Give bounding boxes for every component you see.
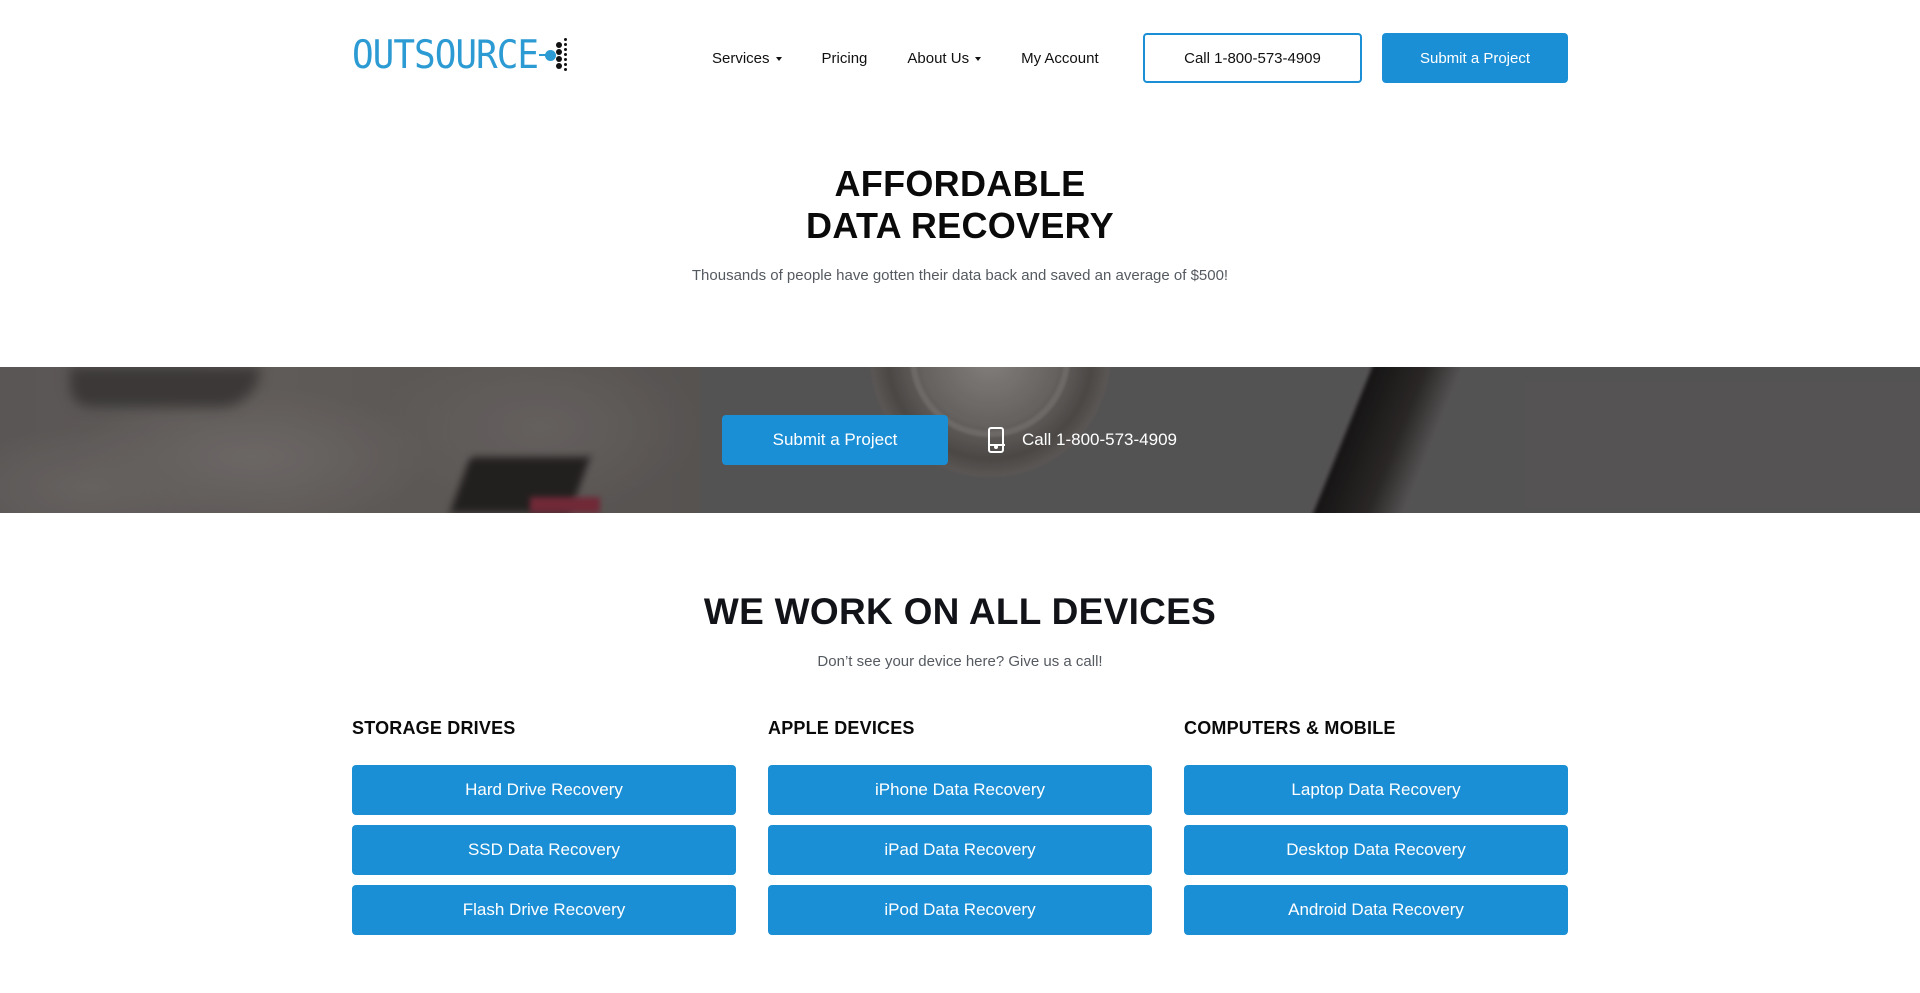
- devices-subtitle: Don’t see your device here? Give us a ca…: [817, 653, 1103, 670]
- banner-submit-project-button[interactable]: Submit a Project: [722, 415, 948, 465]
- cta-banner: [0, 367, 1920, 513]
- nav-about-us-label: About Us: [907, 49, 970, 67]
- nav-services-label: Services: [712, 49, 770, 67]
- hero-title: AFFORDABLE DATA RECOVERY: [0, 163, 1920, 247]
- iphone-data-recovery-button[interactable]: iPhone Data Recovery: [768, 765, 1152, 815]
- device-column-apple: APPLE DEVICES iPhone Data Recovery iPad …: [768, 716, 1152, 945]
- banner-overlay: [0, 367, 1920, 513]
- main-nav: Services Pricing About Us My Account: [712, 47, 1099, 69]
- column-title: APPLE DEVICES: [768, 718, 915, 738]
- logo-mark-icon: [539, 38, 573, 74]
- banner-call-text: Call 1-800-573-4909: [1022, 430, 1177, 449]
- logo[interactable]: OUTSOURCE: [352, 33, 573, 78]
- device-column-computers-mobile: COMPUTERS & MOBILE Laptop Data Recovery …: [1184, 716, 1568, 945]
- logo-text: OUTSOURCE: [352, 33, 539, 78]
- flash-drive-recovery-button[interactable]: Flash Drive Recovery: [352, 885, 736, 935]
- site-header: OUTSOURCE Services Pricing About Us My A…: [0, 0, 1920, 115]
- caret-down-icon: [775, 57, 782, 61]
- mobile-phone-icon: [987, 427, 1005, 453]
- nav-about-us[interactable]: About Us: [907, 49, 982, 67]
- nav-my-account[interactable]: My Account: [1021, 50, 1099, 67]
- devices-title: WE WORK ON ALL DEVICES: [703, 591, 1217, 632]
- android-data-recovery-button[interactable]: Android Data Recovery: [1184, 885, 1568, 935]
- column-title: COMPUTERS & MOBILE: [1184, 718, 1396, 738]
- ssd-data-recovery-button[interactable]: SSD Data Recovery: [352, 825, 736, 875]
- ipad-data-recovery-button[interactable]: iPad Data Recovery: [768, 825, 1152, 875]
- hero-title-line1: AFFORDABLE: [834, 163, 1086, 204]
- desktop-data-recovery-button[interactable]: Desktop Data Recovery: [1184, 825, 1568, 875]
- hero-title-line2: DATA RECOVERY: [806, 205, 1114, 246]
- ipod-data-recovery-button[interactable]: iPod Data Recovery: [768, 885, 1152, 935]
- column-title: STORAGE DRIVES: [352, 718, 516, 738]
- device-column-storage: STORAGE DRIVES Hard Drive Recovery SSD D…: [352, 716, 736, 945]
- banner-call-link[interactable]: Call 1-800-573-4909: [987, 427, 1177, 453]
- caret-down-icon: [975, 57, 982, 61]
- hard-drive-recovery-button[interactable]: Hard Drive Recovery: [352, 765, 736, 815]
- call-button[interactable]: Call 1-800-573-4909: [1143, 33, 1362, 83]
- nav-pricing[interactable]: Pricing: [822, 50, 868, 67]
- nav-my-account-label: My Account: [1021, 49, 1099, 67]
- laptop-data-recovery-button[interactable]: Laptop Data Recovery: [1184, 765, 1568, 815]
- hero-subtitle: Thousands of people have gotten their da…: [691, 267, 1229, 284]
- submit-project-button[interactable]: Submit a Project: [1382, 33, 1568, 83]
- nav-services[interactable]: Services: [712, 50, 782, 67]
- nav-pricing-label: Pricing: [821, 49, 868, 67]
